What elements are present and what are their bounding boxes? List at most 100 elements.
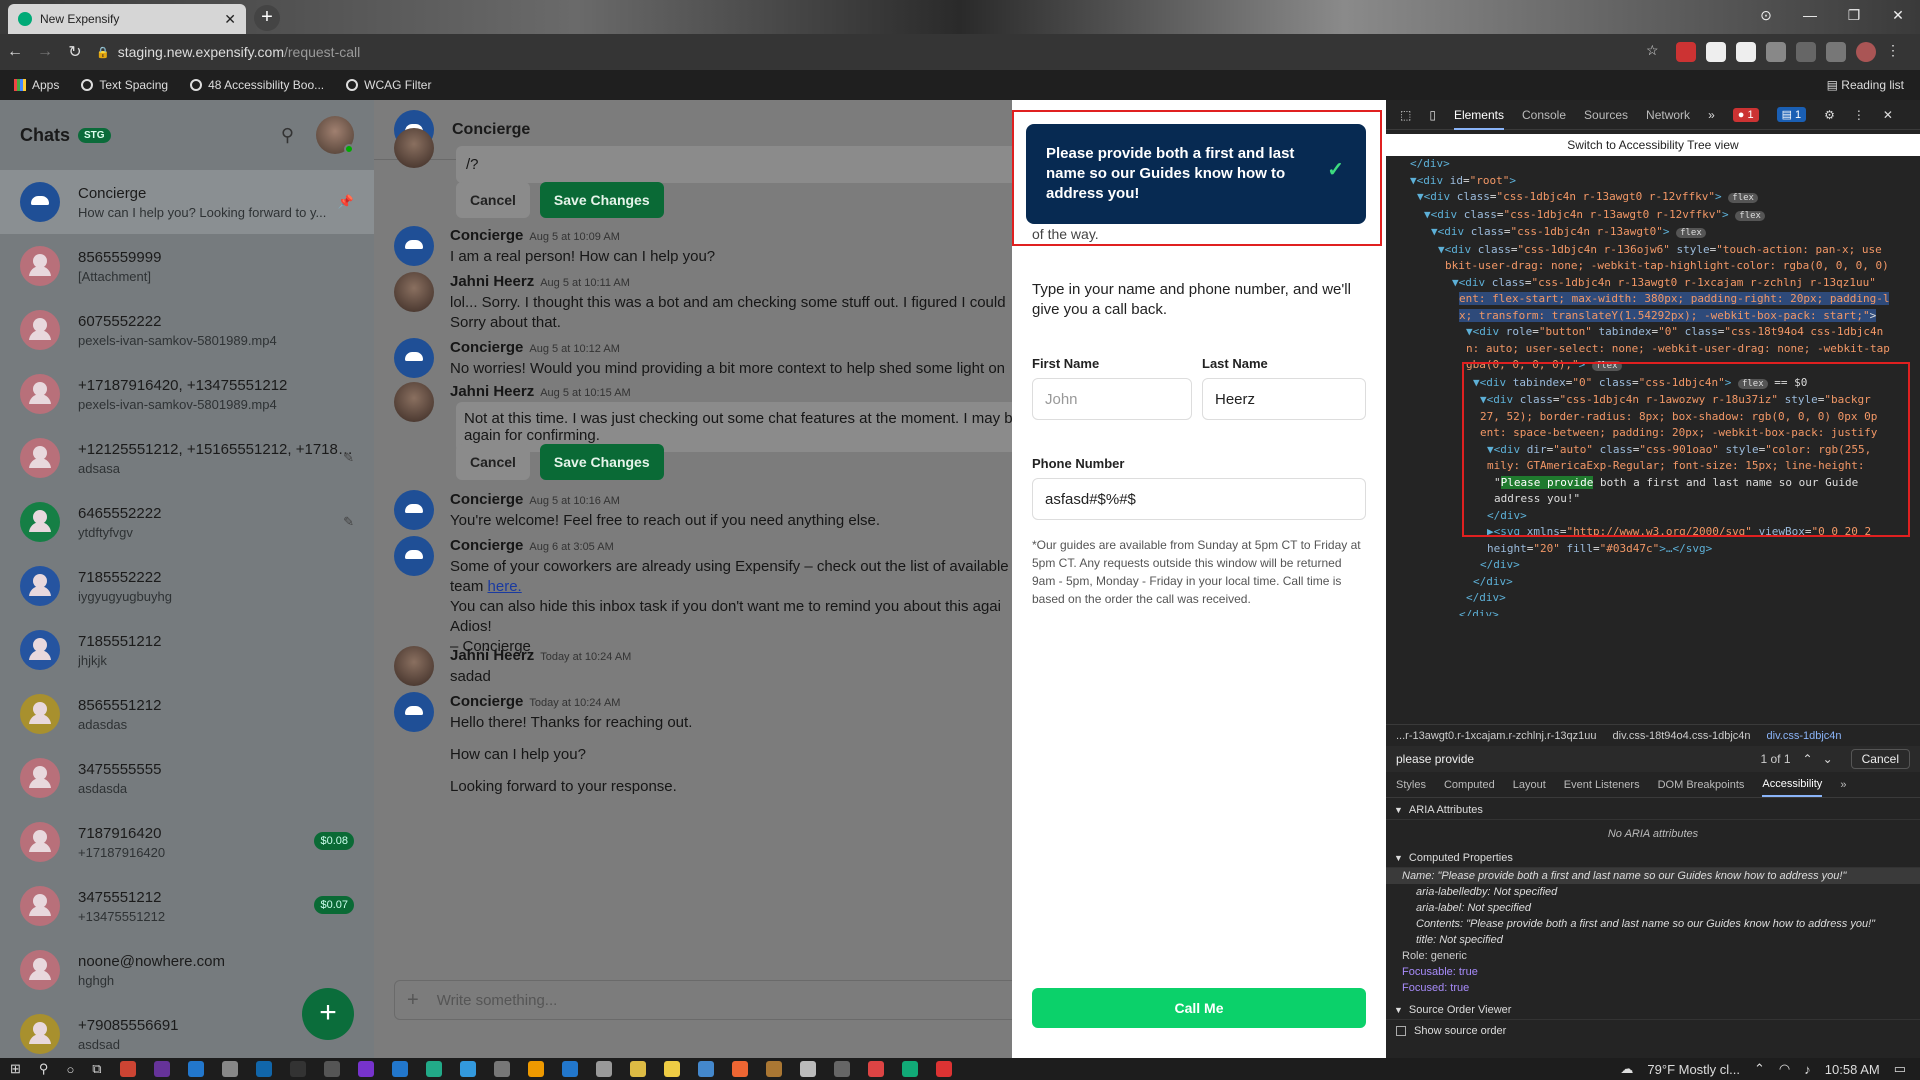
show-source-order-checkbox[interactable]: Show source order xyxy=(1386,1020,1920,1042)
dom-node-line[interactable]: address you!" xyxy=(1386,491,1920,508)
profile-menu-icon[interactable]: ⊙ xyxy=(1744,7,1788,24)
dom-node-line[interactable]: ▼<div class="css-1dbjc4n r-1awozwy r-18u… xyxy=(1386,392,1920,409)
tab-computed[interactable]: Computed xyxy=(1444,779,1495,791)
dom-node-line[interactable]: ▼<div class="css-1dbjc4n r-13awgt0 r-12v… xyxy=(1386,207,1920,225)
breadcrumb-item[interactable]: ...r-13awgt0.r-1xcajam.r-zchlnj.r-13qz1u… xyxy=(1396,730,1597,742)
minimize-icon[interactable]: — xyxy=(1788,7,1832,23)
app-icon[interactable] xyxy=(221,1061,238,1077)
edge-icon[interactable] xyxy=(425,1061,442,1077)
first-name-input[interactable]: John xyxy=(1032,378,1192,420)
tab-sources[interactable]: Sources xyxy=(1584,108,1628,122)
bookmark-accessibility[interactable]: 48 Accessibility Boo... xyxy=(190,78,324,92)
bookmark-text-spacing[interactable]: Text Spacing xyxy=(81,78,168,92)
bookmark-star-icon[interactable]: ☆ xyxy=(1646,42,1666,62)
dom-search-input[interactable]: please provide xyxy=(1396,752,1474,766)
call-me-button[interactable]: Call Me xyxy=(1032,988,1366,1028)
app-icon[interactable] xyxy=(935,1061,952,1077)
accessibility-tree-toggle[interactable]: Switch to Accessibility Tree view xyxy=(1386,134,1920,156)
tray-chevron-icon[interactable]: ⌃ xyxy=(1754,1061,1765,1077)
dom-node-line[interactable]: ▼<div dir="auto" class="css-901oao" styl… xyxy=(1386,442,1920,459)
kebab-menu-icon[interactable]: ⋮ xyxy=(1853,108,1865,122)
weather-icon[interactable]: ☁ xyxy=(1620,1061,1633,1077)
coworkers-link[interactable]: here. xyxy=(488,578,522,595)
cancel-button[interactable]: Cancel xyxy=(456,182,530,218)
dom-node-line[interactable]: </div> xyxy=(1386,557,1920,574)
app-icon[interactable] xyxy=(595,1061,612,1077)
dom-node-line[interactable]: "Please provide both a first and last na… xyxy=(1386,475,1920,492)
tab-styles[interactable]: Styles xyxy=(1396,779,1426,791)
profile-avatar-icon[interactable] xyxy=(1856,42,1876,62)
new-tab-button[interactable]: + xyxy=(254,5,280,31)
sidebar-chat-item[interactable]: 6465552222 ytdftyfvgv ✎ xyxy=(0,490,374,554)
app-icon[interactable] xyxy=(153,1061,170,1077)
notification-icon[interactable]: ▭ xyxy=(1894,1061,1906,1077)
extension-icon[interactable] xyxy=(1736,42,1756,62)
app-icon[interactable] xyxy=(119,1061,136,1077)
dom-node-line[interactable]: ▼<div role="button" tabindex="0" class="… xyxy=(1386,324,1920,341)
browser-tab[interactable]: New Expensify ✕ xyxy=(8,4,246,34)
restore-icon[interactable]: ❐ xyxy=(1832,7,1876,24)
app-icon[interactable] xyxy=(799,1061,816,1077)
cancel-button[interactable]: Cancel xyxy=(456,444,530,480)
tab-event-listeners[interactable]: Event Listeners xyxy=(1564,779,1640,791)
dom-node-line[interactable]: ent: flex-start; max-width: 380px; paddi… xyxy=(1386,291,1920,308)
phone-number-input[interactable]: asfasd#$%#$ xyxy=(1032,478,1366,520)
save-changes-button[interactable]: Save Changes xyxy=(539,444,664,480)
sidebar-chat-item[interactable]: 6075552222 pexels-ivan-samkov-5801989.mp4 xyxy=(0,298,374,362)
edit-message-input[interactable]: /? xyxy=(456,146,1012,183)
breadcrumb-item[interactable]: div.css-18t94o4.css-1dbjc4n xyxy=(1613,730,1751,742)
source-order-section[interactable]: ▼ Source Order Viewer xyxy=(1386,1000,1920,1020)
message-count-badge[interactable]: ▤ 1 xyxy=(1776,107,1807,122)
app-icon[interactable] xyxy=(697,1061,714,1077)
dom-tree[interactable]: </div> ▼<div id="root"> ▼<div class="css-1… xyxy=(1386,156,1920,616)
chrome-icon[interactable] xyxy=(629,1061,646,1077)
sidebar-chat-item[interactable]: Concierge How can I help you? Looking for… xyxy=(0,170,374,234)
vscode-icon[interactable] xyxy=(561,1061,578,1077)
tab-dom-breakpoints[interactable]: DOM Breakpoints xyxy=(1658,779,1745,791)
app-icon[interactable] xyxy=(527,1061,544,1077)
sidebar-chat-item[interactable]: 8565551212 adasdas xyxy=(0,682,374,746)
task-view-icon[interactable]: ⧉ xyxy=(92,1061,101,1077)
dom-node-line[interactable]: </div> xyxy=(1386,508,1920,525)
onenote-icon[interactable] xyxy=(357,1061,374,1077)
previous-match-icon[interactable]: ⌃ xyxy=(1803,752,1813,766)
windows-start-icon[interactable]: ⊞ xyxy=(10,1061,21,1077)
ie-icon[interactable] xyxy=(459,1061,476,1077)
computed-name-row[interactable]: Name: "Please provide both a first and l… xyxy=(1386,868,1920,884)
next-match-icon[interactable]: ⌄ xyxy=(1823,752,1833,766)
tab-console[interactable]: Console xyxy=(1522,108,1566,122)
dom-node-line[interactable]: n: auto; user-select: none; -webkit-user… xyxy=(1386,341,1920,358)
search-icon[interactable]: ⚲ xyxy=(39,1061,49,1077)
outlook-icon[interactable] xyxy=(255,1061,272,1077)
new-chat-button[interactable]: + xyxy=(302,988,354,1040)
growl-notification[interactable]: Please provide both a first and last nam… xyxy=(1026,124,1366,224)
extension-icon[interactable] xyxy=(1676,42,1696,62)
dom-node-line[interactable]: ▼<div id="root"> xyxy=(1386,173,1920,190)
more-tabs-icon[interactable]: » xyxy=(1840,779,1846,791)
tab-accessibility[interactable]: Accessibility xyxy=(1762,778,1823,797)
address-bar[interactable]: 🔒 staging.new.expensify.com/request-call xyxy=(96,44,360,60)
app-icon[interactable] xyxy=(289,1061,306,1077)
dom-node-line[interactable]: height="20" fill="#03d47c">…</svg> xyxy=(1386,541,1920,558)
dom-node-line[interactable]: x; transform: translateY(1.54292px); -we… xyxy=(1386,308,1920,325)
excel-icon[interactable] xyxy=(901,1061,918,1077)
more-tabs-icon[interactable]: » xyxy=(1708,108,1715,122)
dom-node-line[interactable]: </div> xyxy=(1386,156,1920,173)
inspect-element-icon[interactable]: ⬚ xyxy=(1400,108,1411,122)
close-tab-icon[interactable]: ✕ xyxy=(224,11,236,28)
last-name-input[interactable]: Heerz xyxy=(1202,378,1366,420)
dom-node-line[interactable]: ▼<div tabindex="0" class="css-1dbjc4n"> … xyxy=(1386,375,1920,393)
dom-node-line[interactable]: ent: space-between; padding: 20px; -webk… xyxy=(1386,425,1920,442)
tab-elements[interactable]: Elements xyxy=(1453,108,1504,130)
dom-node-line[interactable]: 27, 52); border-radius: 8px; box-shadow:… xyxy=(1386,409,1920,426)
reload-icon[interactable]: ↻ xyxy=(60,42,90,62)
settings-gear-icon[interactable]: ⚙ xyxy=(1824,108,1835,122)
volume-icon[interactable]: ♪ xyxy=(1804,1062,1811,1077)
breadcrumb-item[interactable]: div.css-1dbjc4n xyxy=(1767,730,1842,742)
dom-node-line[interactable]: ▶<svg xmlns="http://www.w3.org/2000/svg"… xyxy=(1386,524,1920,541)
error-count-badge[interactable]: ● 1 xyxy=(1732,107,1759,122)
forward-arrow-icon[interactable]: → xyxy=(30,43,60,61)
wifi-icon[interactable]: ◠ xyxy=(1779,1061,1790,1077)
extension-icon[interactable] xyxy=(1766,42,1786,62)
device-toggle-icon[interactable]: ▯ xyxy=(1429,108,1436,122)
